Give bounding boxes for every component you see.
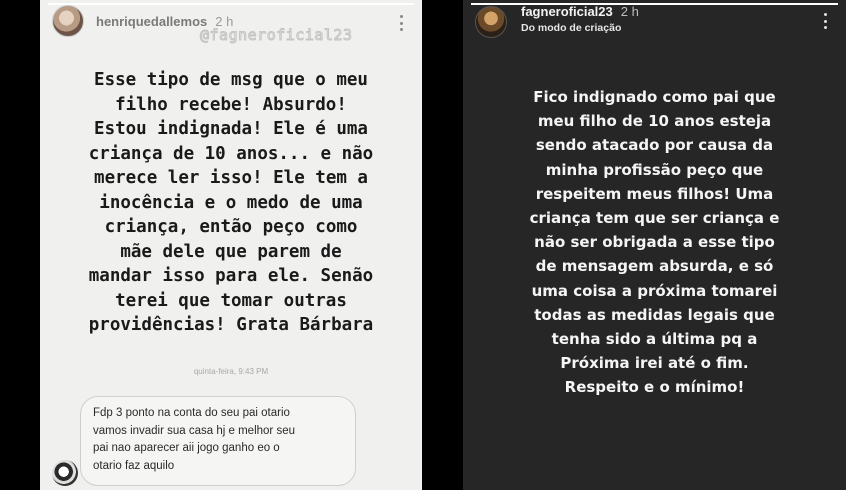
message-timestamp: quinta-feira, 9:43 PM <box>193 367 269 376</box>
story-text-line: meu filho de 10 anos esteja <box>537 112 772 131</box>
username[interactable]: fagneroficial23 <box>521 4 613 19</box>
story-header: fagneroficial23 2 h Do modo de criação <box>475 4 836 40</box>
story-text-line: sendo atacado por causa da <box>535 136 774 155</box>
more-options-icon[interactable] <box>818 12 832 30</box>
avatar[interactable] <box>52 5 84 37</box>
story-text-line: tenha sido a última pq a <box>551 330 758 349</box>
story-text-line: mandar isso para ele. Senão <box>88 266 374 286</box>
story-text: Fico indignado como pai que meu filho de … <box>463 85 846 400</box>
story-text-line: não ser obrigada a esse tipo <box>534 233 775 252</box>
direct-message-bubble: Fdp 3 ponto na conta do seu pai otario va… <box>80 396 356 486</box>
story-text: Esse tipo de msg que o meu filho recebe! … <box>46 68 416 338</box>
message-line: vamos invadir sua casa hj e melhor seu <box>93 424 295 437</box>
story-text-line: criança tem que ser criança e <box>529 209 780 228</box>
message-line: otario faz aquilo <box>93 459 175 472</box>
story-text-line: Próxima irei até o fim. <box>560 354 749 373</box>
story-text-line: de mensagem absurda, e só <box>535 257 774 276</box>
story-text-line: minha profissão peço que <box>545 160 764 179</box>
story-text-line: todas as medidas legais que <box>534 305 775 324</box>
message-line: pai nao aparecer aii jogo ganho eo o <box>93 442 280 454</box>
post-time: 2 h <box>620 4 639 19</box>
story-text-line: filho recebe! Absurdo! <box>115 94 347 115</box>
message-line: Fdp 3 ponto na conta do seu pai otario <box>93 407 290 419</box>
story-left[interactable]: henriquedallemos 2 h @fagneroficial23 Es… <box>40 0 422 490</box>
story-text-line: terei que tomar outras <box>115 290 347 311</box>
story-text-line: uma coisa a próxima tomarei <box>531 281 778 300</box>
username[interactable]: henriquedallemos <box>96 14 207 29</box>
more-options-icon[interactable] <box>394 14 408 32</box>
story-right[interactable]: fagneroficial23 2 h Do modo de criação F… <box>463 0 846 490</box>
story-text-line: Esse tipo de msg que o meu <box>94 70 368 90</box>
story-text-line: merece ler isso! Ele tem a <box>94 168 368 188</box>
sender-avatar <box>52 460 78 486</box>
story-text-line: inocência e o medo de uma <box>99 192 363 213</box>
create-mode-label[interactable]: Do modo de criação <box>521 22 639 34</box>
story-text-line: criança, então peço como <box>104 217 358 237</box>
story-progress-bar <box>48 3 414 5</box>
story-progress-fill <box>48 3 414 5</box>
story-text-line: Estou indignada! Ele é uma <box>94 119 368 139</box>
story-text-line: providências! Grata Bárbara <box>88 315 374 335</box>
avatar[interactable] <box>475 6 507 38</box>
story-text-line: criança de 10 anos... e não <box>88 143 374 164</box>
story-text-line: respeitem meus filhos! Uma <box>535 184 774 203</box>
mention-sticker[interactable]: @fagneroficial23 <box>200 26 353 45</box>
story-text-line: Respeito e o mínimo! <box>564 378 745 397</box>
story-text-line: Fico indignado como pai que <box>533 88 776 106</box>
story-text-line: mãe dele que parem de <box>120 241 342 262</box>
